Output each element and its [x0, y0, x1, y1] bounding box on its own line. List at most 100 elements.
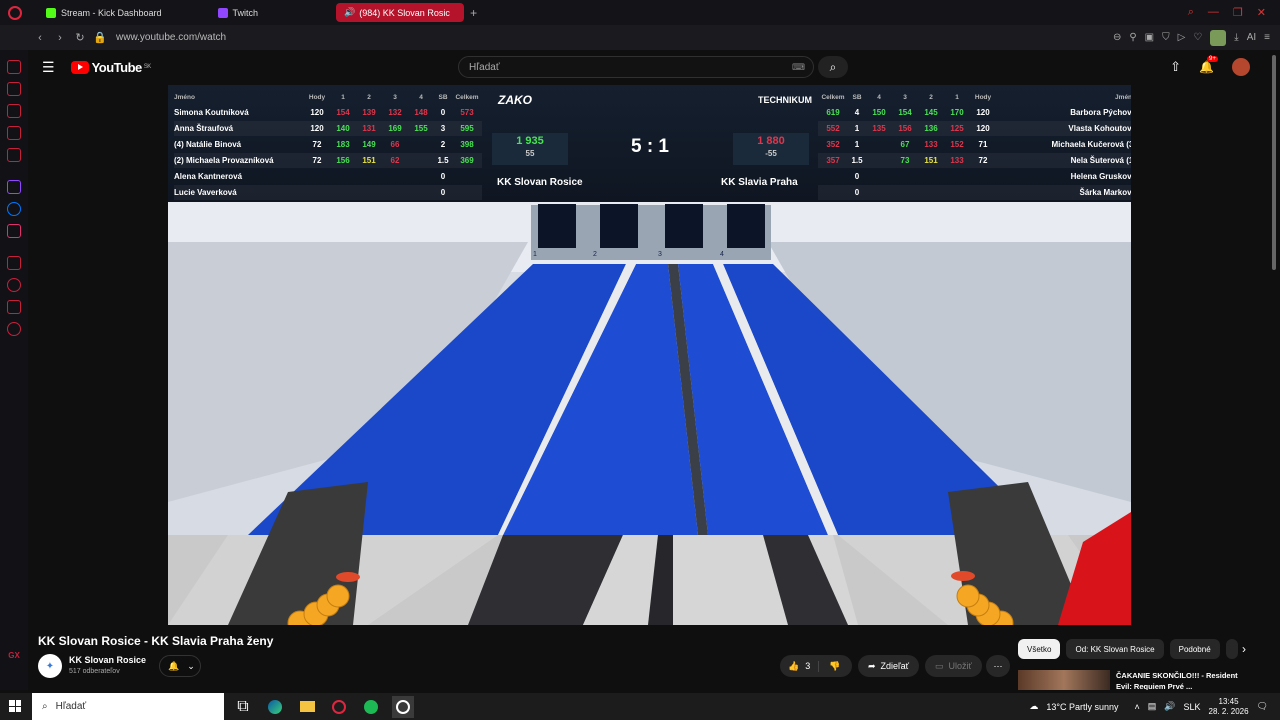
player-row: Simona Koutníková 120 154 139 132 148 0 573: [174, 105, 482, 120]
player-row: 0 Helena Grusková: [818, 169, 1131, 184]
clock[interactable]: 13:45 28. 2. 2026: [1209, 697, 1249, 717]
search-button[interactable]: ⌕: [818, 56, 848, 78]
scrollbar[interactable]: [1272, 55, 1276, 270]
account-avatar[interactable]: [1232, 58, 1250, 76]
sidebar-icon-chat[interactable]: [7, 126, 21, 140]
search-tabs-icon[interactable]: ⌕: [1188, 6, 1194, 19]
subscribe-bell-button[interactable]: 🔔 ⌄: [159, 655, 201, 677]
obs-icon[interactable]: [392, 695, 414, 718]
sidebar-icon-history[interactable]: [7, 278, 21, 292]
volume-icon[interactable]: 🔊: [1164, 701, 1175, 712]
taskbar-search[interactable]: ⌕ Hľadať: [32, 693, 224, 720]
player-row: 0 Šárka Marková: [818, 185, 1131, 200]
chip-similar[interactable]: Podobné: [1169, 639, 1220, 659]
sidebar-icon-twitch[interactable]: [7, 180, 21, 194]
away-total: 1 880: [757, 135, 785, 147]
chevron-down-icon: ⌄: [187, 660, 195, 671]
more-actions-button[interactable]: ⋯: [986, 655, 1010, 677]
minimize-icon[interactable]: —: [1208, 6, 1219, 19]
share-button[interactable]: ➦ Zdieľať: [858, 655, 920, 677]
network-icon[interactable]: ▤: [1148, 701, 1157, 712]
player-s2: 151: [924, 156, 938, 165]
tab-youtube[interactable]: 🔊 (984) KK Slovan Rosic: [336, 3, 465, 22]
dislike-button[interactable]: 👎: [818, 660, 850, 672]
player-s3: 73: [900, 156, 910, 165]
maximize-icon[interactable]: ❐: [1233, 6, 1243, 19]
weather-icon[interactable]: ☁: [1029, 701, 1038, 712]
channel-avatar[interactable]: ✦: [38, 654, 62, 678]
sidebar-icon-gx[interactable]: GX: [8, 651, 20, 660]
language-indicator[interactable]: SLK: [1184, 702, 1201, 712]
reload-icon[interactable]: ↻: [70, 31, 90, 44]
taskbar-search-icon: ⌕: [42, 701, 48, 712]
sidebar-icon-wallet[interactable]: [7, 256, 21, 270]
recommendation-thumbnail: [1018, 670, 1110, 690]
chip-next-icon[interactable]: ›: [1242, 642, 1246, 656]
chip-all[interactable]: Všetko: [1018, 639, 1061, 659]
url-text[interactable]: www.youtube.com/watch: [116, 32, 226, 43]
pin-icon[interactable]: ⚲: [1129, 32, 1136, 43]
opera-gx-icon[interactable]: [328, 696, 350, 718]
video-title: KK Slovan Rosice - KK Slavia Praha ženy: [38, 634, 274, 648]
player-name: Helena Grusková: [1070, 172, 1131, 181]
subscriber-count: 517 odberateľov: [69, 668, 120, 675]
file-explorer-icon[interactable]: [296, 696, 318, 718]
profile-avatar[interactable]: [1210, 29, 1227, 46]
shield-icon[interactable]: ⛉: [1162, 32, 1170, 43]
sidebar-icon-messenger[interactable]: [7, 202, 21, 216]
forward-icon[interactable]: ›: [50, 32, 70, 44]
player-s4: 150: [872, 108, 886, 117]
like-button[interactable]: 👍 3: [780, 661, 818, 672]
player-s1: 125: [950, 124, 964, 133]
close-window-icon[interactable]: ✕: [1257, 6, 1266, 19]
video-player[interactable]: Jméno Hody 1 2 3 4 SB Celkem Simona Koutníková 12…: [168, 85, 1131, 625]
weather-text[interactable]: 13°C Partly sunny: [1046, 702, 1118, 712]
chip-partial[interactable]: [1225, 639, 1238, 659]
player-hody: 120: [976, 108, 990, 117]
share-label: Zdieľať: [880, 661, 910, 671]
search-input[interactable]: Hľadať ⌨: [458, 56, 814, 78]
task-view-icon[interactable]: ⧉: [232, 696, 254, 718]
sidebar-icon-home[interactable]: [7, 60, 21, 74]
keyboard-icon[interactable]: ⌨: [792, 62, 805, 73]
download-icon[interactable]: ⤓: [1234, 32, 1238, 43]
zoom-icon[interactable]: ⊖: [1113, 32, 1121, 43]
spotify-icon[interactable]: [360, 696, 382, 718]
chip-channel[interactable]: Od: KK Slovan Rosice: [1066, 639, 1164, 659]
notifications-center-icon[interactable]: 🗨: [1257, 701, 1268, 712]
ai-button[interactable]: AI: [1247, 32, 1256, 43]
sidebar-icon-bag[interactable]: [7, 104, 21, 118]
opera-sidebar: GX: [0, 50, 28, 690]
tray-overflow-icon[interactable]: ˄: [1135, 702, 1140, 712]
tab-twitch[interactable]: Twitch: [210, 3, 267, 22]
save-button[interactable]: ▭ Uložiť: [925, 655, 982, 677]
player-sb: 0: [440, 172, 446, 181]
home-total-box: 1 935 55: [492, 133, 568, 165]
youtube-logo[interactable]: YouTube SK: [70, 60, 151, 75]
sidebar-icon-instagram[interactable]: [7, 224, 21, 238]
heart-icon[interactable]: ♡: [1193, 32, 1202, 43]
channel-name[interactable]: KK Slovan Rosice: [69, 655, 146, 665]
sidebar-icon-cube[interactable]: [7, 300, 21, 314]
notifications-icon[interactable]: 🔔 9+: [1199, 56, 1218, 74]
home-total: 1 935: [516, 135, 544, 147]
sidebar-icon-mail[interactable]: [7, 148, 21, 162]
hamburger-icon[interactable]: ☰: [42, 59, 55, 76]
snapshot-icon[interactable]: ▣: [1145, 32, 1154, 43]
opera-logo-icon[interactable]: [8, 5, 22, 20]
recommendation-item[interactable]: ČAKANIE SKONČILO!!! - Resident Evil: Req…: [1018, 670, 1266, 690]
player-s1: 170: [950, 108, 964, 117]
header-cell: 2: [929, 94, 933, 101]
tab-kick[interactable]: Stream - Kick Dashboard: [38, 3, 170, 22]
menu-icon[interactable]: ≡: [1264, 32, 1270, 43]
search-icon: ⌕: [829, 59, 837, 74]
play-icon[interactable]: ▷: [1178, 32, 1186, 43]
player-s2: 133: [924, 140, 938, 149]
sidebar-icon-settings[interactable]: [7, 322, 21, 336]
back-icon[interactable]: ‹: [30, 32, 50, 44]
edge-icon[interactable]: [264, 696, 286, 718]
windows-start-icon[interactable]: [9, 700, 21, 712]
sidebar-icon-news[interactable]: [7, 82, 21, 96]
upload-icon[interactable]: ⇧: [1170, 59, 1181, 75]
new-tab-icon[interactable]: +: [470, 6, 477, 20]
